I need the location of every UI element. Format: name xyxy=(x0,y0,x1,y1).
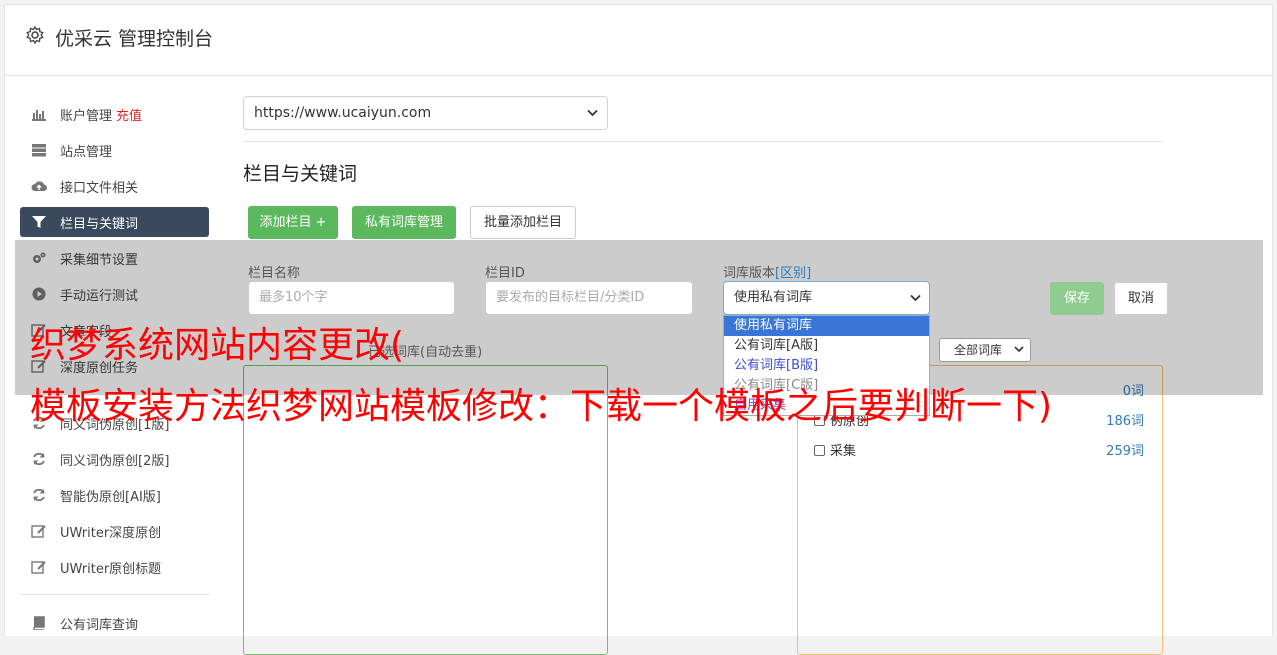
sidebar-item-label: 接口文件相关 xyxy=(60,181,139,196)
sidebar-item-label: 同义词伪原创[2版] xyxy=(60,454,170,469)
book-icon xyxy=(33,616,45,630)
lib-version-select[interactable]: 使用私有词库 xyxy=(723,281,930,315)
sidebar-item-label: 公有词库查询 xyxy=(60,618,139,633)
sidebar-item-label: UWriter深度原创 xyxy=(60,526,162,541)
chevron-down-icon xyxy=(910,294,921,302)
list-item[interactable]: 采集 259词 xyxy=(814,440,1144,459)
cancel-button[interactable]: 取消 xyxy=(1114,282,1168,315)
recharge-link[interactable]: 充值 xyxy=(116,109,142,124)
lib-version-label: 词库版本[区别] xyxy=(723,266,812,281)
refresh-icon xyxy=(33,488,45,502)
private-lib-button[interactable]: 私有词库管理 xyxy=(352,206,456,239)
sidebar-item-ai-original[interactable]: 智能伪原创[AI版] xyxy=(20,480,209,510)
sidebar-item-public-lib-query[interactable]: 公有词库查询 xyxy=(20,608,209,638)
chevron-down-icon xyxy=(587,109,598,117)
add-column-button[interactable]: 添加栏目 + xyxy=(248,206,338,239)
column-name-input[interactable]: 最多10个字 xyxy=(248,281,455,315)
sidebar-item-label: 账户管理 xyxy=(60,109,113,124)
cloud-upload-icon xyxy=(31,181,47,192)
bar-chart-icon xyxy=(32,110,46,121)
divider xyxy=(243,141,1163,142)
filter-icon xyxy=(32,216,46,228)
sidebar-item-label: 栏目与关键词 xyxy=(60,217,139,232)
sidebar-item-uwriter-original[interactable]: UWriter深度原创 xyxy=(20,516,209,546)
sidebar-item-label: UWriter原创标题 xyxy=(60,562,162,577)
batch-add-button[interactable]: 批量添加栏目 xyxy=(470,206,576,239)
sidebar-item-uwriter-title[interactable]: UWriter原创标题 xyxy=(20,552,209,582)
column-id-input[interactable]: 要发布的目标栏目/分类ID xyxy=(485,281,693,315)
chevron-down-icon xyxy=(1014,346,1024,353)
dropdown-option[interactable]: 使用私有词库 xyxy=(724,316,929,336)
lib-filter-select[interactable]: 全部词库 xyxy=(939,338,1031,362)
sidebar-item-columns-keywords[interactable]: 栏目与关键词 xyxy=(20,207,209,237)
gear-icon xyxy=(26,25,44,45)
caption-line-2: 模板安装方法织梦网站模板修改：下载一个模板之后要判断一下) xyxy=(30,386,1053,427)
server-icon xyxy=(32,144,46,157)
save-button[interactable]: 保存 xyxy=(1050,282,1104,315)
site-select[interactable]: https://www.ucaiyun.com xyxy=(243,96,608,130)
checkbox[interactable] xyxy=(814,445,825,456)
sidebar-item-label: 智能伪原创[AI版] xyxy=(60,490,161,505)
edit-icon xyxy=(31,525,46,538)
dropdown-option[interactable]: 公有词库[B版] xyxy=(724,356,929,376)
refresh-icon xyxy=(33,452,45,466)
column-name-label: 栏目名称 xyxy=(248,266,301,281)
section-title: 栏目与关键词 xyxy=(243,163,358,185)
sidebar-item-label: 站点管理 xyxy=(60,145,113,160)
sidebar-item-interface-files[interactable]: 接口文件相关 xyxy=(20,171,209,201)
edit-icon xyxy=(31,561,46,574)
caption-line-1: 织梦系统网站内容更改( xyxy=(30,325,405,366)
difference-link[interactable]: [区别] xyxy=(775,266,811,281)
sidebar-divider xyxy=(20,594,210,595)
column-id-label: 栏目ID xyxy=(485,266,525,281)
header: 优采云 管理控制台 xyxy=(5,5,1272,76)
sidebar-item-sites[interactable]: 站点管理 xyxy=(20,135,209,165)
dropdown-option[interactable]: 公有词库[A版] xyxy=(724,336,929,356)
page-title: 优采云 管理控制台 xyxy=(55,28,214,50)
sidebar-item-synonym-v2[interactable]: 同义词伪原创[2版] xyxy=(20,444,209,474)
modal-backdrop xyxy=(15,240,1263,395)
sidebar-item-account[interactable]: 账户管理 充值 xyxy=(20,99,209,129)
